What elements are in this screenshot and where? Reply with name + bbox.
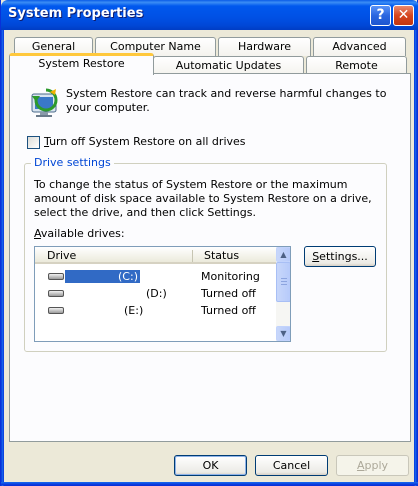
scroll-thumb[interactable] [276,262,290,302]
title-bar[interactable]: System Properties ? ✕ [1,0,418,30]
scroll-up-button[interactable]: ▲ [276,247,290,262]
settings-button-label: ettings... [319,250,368,263]
drive-name: (D:) [146,287,167,300]
drive-settings-title: Drive settings [31,156,114,169]
tab-system-restore[interactable]: System Restore [9,53,154,75]
tab-hardware[interactable]: Hardware [218,37,311,56]
drive-name: (C:) [65,270,140,283]
help-button[interactable]: ? [370,5,391,26]
window-border-left [1,30,4,486]
close-button[interactable]: ✕ [393,5,414,26]
available-drives-label: Available drives: [34,227,125,240]
scroll-down-button[interactable]: ▼ [276,326,290,341]
vertical-scrollbar[interactable]: ▲ ▼ [276,247,290,341]
hard-drive-icon [48,307,64,314]
drive-status: Monitoring [201,270,260,283]
drive-status: Turned off [201,287,256,300]
turn-off-checkbox[interactable] [27,136,40,149]
hard-drive-icon [48,290,64,297]
intro-text: System Restore can track and reverse har… [66,87,387,114]
list-item[interactable]: (D:) Turned off [35,285,276,302]
settings-button[interactable]: Settings... [304,246,376,267]
turn-off-checkbox-label[interactable]: Turn off System Restore on all drives [44,135,246,148]
ok-button[interactable]: OK [174,455,247,476]
tab-advanced[interactable]: Advanced [313,37,406,56]
drive-status: Turned off [201,304,256,317]
list-item[interactable]: (E:) Turned off [35,302,276,319]
drive-name: (E:) [124,304,144,317]
apply-accelerator: A [356,459,365,472]
available-label-text: vailable drives: [40,227,125,240]
list-header: Drive Status [35,247,276,264]
hard-drive-icon [48,273,64,280]
available-drives-list[interactable]: Drive Status (C:) Monitoring (D:) Turned… [34,246,291,342]
window-border-right [414,30,417,486]
column-header-status[interactable]: Status [204,249,239,262]
column-header-drive[interactable]: Drive [47,249,76,262]
system-restore-panel: System Restore can track and reverse har… [9,73,411,442]
column-separator[interactable] [192,250,193,262]
cancel-button[interactable]: Cancel [255,455,328,476]
turn-off-label-text: urn off System Restore on all drives [49,135,246,148]
list-item[interactable]: (C:) Monitoring [35,268,276,285]
window-title: System Properties [8,6,144,21]
window-border-bottom [1,482,418,485]
available-accelerator: A [34,227,41,240]
apply-button[interactable]: Apply [336,455,409,476]
apply-button-label: pply [364,459,389,472]
system-properties-window: System Properties ? ✕ General Computer N… [0,0,418,486]
system-restore-icon [31,88,58,117]
drive-settings-description: To change the status of System Restore o… [34,178,372,219]
